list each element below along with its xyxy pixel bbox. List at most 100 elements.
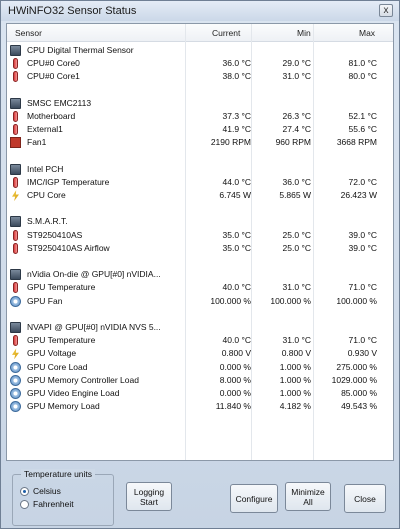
sensor-group-row[interactable]: nVidia On-die @ GPU[#0] nVIDIA...: [7, 268, 393, 281]
gauge-icon: [10, 374, 21, 386]
sensor-label: IMC/IGP Temperature: [27, 176, 110, 187]
sensor-row[interactable]: ST9250410AS Airflow 35.0 °C 25.0 °C 39.0 °C: [7, 242, 393, 255]
current-value: 35.0 °C: [222, 242, 251, 253]
temperature-units-title: Temperature units: [21, 469, 96, 479]
max-value: 49.543 %: [341, 401, 377, 412]
chip-icon: [10, 45, 21, 56]
sensor-row[interactable]: GPU Temperature 40.0 °C 31.0 °C 71.0 °C: [7, 281, 393, 294]
sensor-label: CPU Core: [27, 190, 66, 201]
celsius-radio[interactable]: [20, 487, 29, 497]
current-value: 40.0 °C: [222, 335, 251, 346]
celsius-label: Celsius: [33, 486, 61, 496]
column-header-sensor[interactable]: Sensor: [15, 28, 42, 38]
sensor-label: ST9250410AS Airflow: [27, 242, 110, 253]
min-value: 1.000 %: [279, 387, 311, 398]
thermometer-icon: [13, 124, 18, 136]
column-header-min[interactable]: Min: [297, 28, 311, 38]
max-value: 71.0 °C: [348, 282, 377, 293]
max-value: 81.0 °C: [348, 58, 377, 69]
sensor-row[interactable]: GPU Memory Load 11.840 % 4.182 % 49.543 %: [7, 400, 393, 413]
title-bar[interactable]: HWiNFO32 Sensor Status x: [1, 1, 399, 21]
sensor-label: Motherboard: [27, 110, 76, 121]
min-value: 1.000 %: [279, 374, 311, 385]
spacer-row: [7, 202, 393, 215]
sensor-group-row[interactable]: SMSC EMC2113: [7, 97, 393, 110]
current-value: 2190 RPM: [210, 137, 251, 148]
column-header-current[interactable]: Current: [212, 28, 240, 38]
gauge-icon: [10, 295, 21, 307]
column-header-max[interactable]: Max: [359, 28, 375, 38]
max-value: 39.0 °C: [348, 229, 377, 240]
sensor-label: GPU Memory Load: [27, 401, 100, 412]
sensor-row[interactable]: CPU Core 6.745 W 5.865 W 26.423 W: [7, 189, 393, 202]
current-value: 41.9 °C: [222, 124, 251, 135]
window-close-button[interactable]: x: [379, 4, 393, 17]
chip-icon: [10, 216, 21, 228]
gauge-icon: [10, 387, 21, 399]
min-value: 5.865 W: [279, 190, 311, 201]
sensor-group-row[interactable]: CPU Digital Thermal Sensor: [7, 44, 393, 57]
configure-button[interactable]: Configure: [230, 484, 278, 513]
sensor-label: Intel PCH: [27, 163, 64, 174]
current-value: 8.000 %: [219, 374, 251, 385]
temperature-units-group: Temperature units Celsius Fahrenheit: [12, 469, 114, 526]
sensor-row[interactable]: GPU Temperature 40.0 °C 31.0 °C 71.0 °C: [7, 334, 393, 347]
bottom-controls: Temperature units Celsius Fahrenheit Log…: [6, 466, 394, 526]
sensor-row[interactable]: External1 41.9 °C 27.4 °C 55.6 °C: [7, 123, 393, 136]
celsius-option[interactable]: Celsius: [20, 486, 61, 497]
min-value: 1.000 %: [279, 361, 311, 372]
sensor-row[interactable]: GPU Memory Controller Load 8.000 % 1.000 %…: [7, 374, 393, 387]
sensor-label: CPU#0 Core0: [27, 58, 80, 69]
gauge-icon: [10, 401, 21, 413]
fan-icon: [10, 137, 21, 149]
current-value: 11.840 %: [215, 401, 251, 412]
thermometer-icon: [13, 58, 18, 70]
sensor-row[interactable]: CPU#0 Core0 36.0 °C 29.0 °C 81.0 °C: [7, 57, 393, 70]
current-value: 38.0 °C: [222, 71, 251, 82]
sensor-row[interactable]: CPU#0 Core1 38.0 °C 31.0 °C 80.0 °C: [7, 70, 393, 83]
minimize-all-button[interactable]: Minimize All: [285, 482, 331, 511]
sensor-row[interactable]: GPU Voltage 0.800 V 0.800 V 0.930 V: [7, 347, 393, 360]
sensor-row[interactable]: Motherboard 37.3 °C 26.3 °C 52.1 °C: [7, 110, 393, 123]
gauge-icon: [10, 361, 21, 373]
min-value: 100.000 %: [270, 295, 311, 306]
sensor-group-row[interactable]: NVAPI @ GPU[#0] nVIDIA NVS 5...: [7, 321, 393, 334]
sensor-row[interactable]: GPU Fan 100.000 % 100.000 % 100.000 %: [7, 295, 393, 308]
max-value: 100.000 %: [336, 295, 377, 306]
thermometer-icon: [13, 71, 18, 83]
fahrenheit-option[interactable]: Fahrenheit: [20, 499, 74, 510]
sensor-row[interactable]: ST9250410AS 35.0 °C 25.0 °C 39.0 °C: [7, 229, 393, 242]
chip-icon: [10, 163, 21, 175]
chip-icon: [10, 269, 21, 281]
logging-start-button[interactable]: Logging Start: [126, 482, 172, 511]
sensor-label: Fan1: [27, 137, 47, 148]
sensor-label: S.M.A.R.T.: [27, 216, 68, 227]
min-value: 29.0 °C: [282, 58, 311, 69]
min-value: 25.0 °C: [282, 229, 311, 240]
all-label: All: [303, 496, 313, 507]
thermometer-icon: [13, 335, 18, 347]
thermometer-icon: [13, 229, 18, 241]
min-value: 960 RPM: [275, 137, 311, 148]
configure-label: Configure: [235, 493, 273, 504]
sensor-row[interactable]: IMC/IGP Temperature 44.0 °C 36.0 °C 72.0 °C: [7, 176, 393, 189]
sensor-row[interactable]: Fan1 2190 RPM 960 RPM 3668 RPM: [7, 136, 393, 149]
min-value: 31.0 °C: [282, 71, 311, 82]
sensor-group-row[interactable]: Intel PCH: [7, 163, 393, 176]
max-value: 39.0 °C: [348, 242, 377, 253]
close-button[interactable]: Close: [344, 484, 386, 513]
min-value: 25.0 °C: [282, 242, 311, 253]
sensor-group-row[interactable]: S.M.A.R.T.: [7, 215, 393, 228]
sensor-table: Sensor Current Min Max CPU Digital Therm…: [6, 23, 394, 461]
max-value: 0.930 V: [347, 348, 377, 359]
fahrenheit-label: Fahrenheit: [33, 499, 74, 509]
window-title: HWiNFO32 Sensor Status: [8, 5, 137, 17]
min-value: 31.0 °C: [282, 335, 311, 346]
sensor-row[interactable]: GPU Core Load 0.000 % 1.000 % 275.000 %: [7, 361, 393, 374]
sensor-row[interactable]: GPU Video Engine Load 0.000 % 1.000 % 85.00…: [7, 387, 393, 400]
chip-icon: [10, 321, 21, 333]
fahrenheit-radio[interactable]: [20, 500, 29, 510]
current-value: 36.0 °C: [222, 58, 251, 69]
sensor-label: GPU Core Load: [27, 361, 88, 372]
current-value: 100.000 %: [210, 295, 251, 306]
